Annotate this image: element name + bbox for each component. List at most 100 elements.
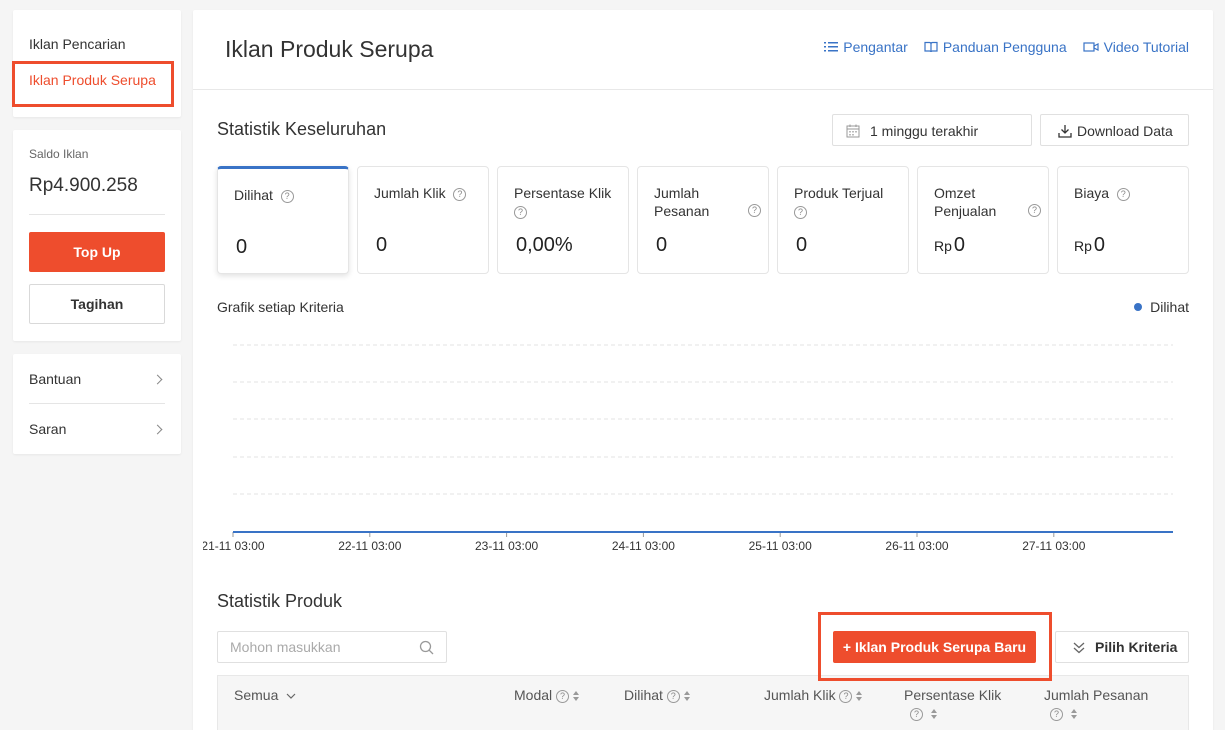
metric-card-produk-terjual[interactable]: Produk Terjual? 0 [777,166,909,274]
search-icon [419,640,434,655]
metric-value: 0 [656,234,668,256]
column-header-semua[interactable]: Semua [234,686,296,704]
date-range-value: 1 minggu terakhir [870,123,979,139]
metric-card-dilihat[interactable]: Dilihat ? 0 [217,166,349,274]
list-icon [824,42,839,52]
chevron-right-icon [152,374,163,385]
link-label: Panduan Pengguna [942,39,1067,55]
help-icon: ? [514,205,527,219]
main-panel: Iklan Produk Serupa Pengantar Panduan Pe… [193,10,1213,730]
metric-value: 0 [376,234,388,256]
chart-legend: Dilihat [1134,299,1189,315]
legend-label: Dilihat [1150,299,1189,315]
link-pengantar[interactable]: Pengantar [824,39,908,55]
metric-label: Omzet Penjualan [934,185,997,219]
criteria-label: Pilih Kriteria [1095,639,1178,655]
column-header-dilihat[interactable]: Dilihat ? [624,686,691,704]
metric-label: Dilihat ? [234,186,334,204]
page-title: Iklan Produk Serupa [225,36,434,62]
column-header-jumlah-pesanan[interactable]: Jumlah Pesanan? [1044,686,1148,722]
metric-value: 0 [796,234,808,256]
help-icon: ? [556,689,570,703]
chart-title: Grafik setiap Kriteria [217,299,344,315]
help-icon: ? [666,689,680,703]
calendar-icon [846,124,860,138]
product-table-header: Semua Modal ? Dilihat ? Jumlah Klik ? Pe… [217,675,1189,730]
metric-label: Jumlah Klik ? [374,184,474,202]
header-divider [193,89,1213,90]
help-item-label: Saran [29,421,67,437]
help-item-bantuan[interactable]: Bantuan [29,354,165,404]
download-data-button[interactable]: Download Data [1040,114,1189,146]
metric-label: Produk Terjual? [794,185,884,219]
top-up-button[interactable]: Top Up [29,232,165,272]
download-label: Download Data [1077,123,1173,139]
book-icon [924,41,938,53]
x-tick-label: 25-11 03:00 [749,539,812,553]
choose-criteria-button[interactable]: Pilih Kriteria [1055,631,1189,663]
product-search[interactable] [217,631,447,663]
link-label: Video Tutorial [1103,39,1189,55]
link-label: Pengantar [843,39,908,55]
sort-icon [683,691,691,702]
help-card: Bantuan Saran [13,354,181,454]
help-item-label: Bantuan [29,371,82,387]
metric-value: 0,00% [516,234,573,256]
column-header-persentase-klik[interactable]: Persentase Klik? [904,686,1001,722]
chevron-down-icon [286,693,296,700]
legend-dot-icon [1134,303,1143,311]
help-icon: ? [839,689,853,703]
x-tick-label: 21-11 03:00 [203,539,265,553]
metric-card-biaya[interactable]: Biaya ? Rp 0 [1057,166,1189,274]
sort-icon [1071,709,1078,720]
sort-icon [573,691,580,702]
overall-stats-title: Statistik Keseluruhan [217,119,387,139]
column-header-modal[interactable]: Modal ? [514,686,580,704]
column-header-jumlah-klik[interactable]: Jumlah Klik ? [764,686,863,704]
help-icon: ? [280,189,294,203]
metric-label: Persentase Klik? [514,185,612,219]
help-icon: ? [1028,204,1041,217]
metric-card-persentase-klik[interactable]: Persentase Klik? 0,00% [497,166,629,274]
double-chevron-down-icon [1073,642,1085,654]
metric-label: Biaya ? [1074,184,1174,202]
line-chart: 21-11 03:00 22-11 03:00 23-11 03:00 24-11 0… [203,344,1173,553]
help-icon: ? [453,187,467,201]
x-tick-label: 27-11 03:00 [1022,539,1085,553]
divider [29,214,165,215]
date-range-picker[interactable]: 1 minggu terakhir [832,114,1032,146]
metric-value: 0 [236,236,248,258]
balance-value: Rp4.900.258 [29,175,138,196]
x-tick-label: 22-11 03:00 [338,539,401,553]
download-icon [1058,125,1072,138]
link-video-tutorial[interactable]: Video Tutorial [1083,39,1189,55]
metric-card-jumlah-pesanan[interactable]: Jumlah Pesanan ? 0 [637,166,769,274]
invoice-button[interactable]: Tagihan [29,284,165,324]
search-input[interactable] [230,639,410,655]
balance-label: Saldo Iklan [29,147,89,161]
link-panduan-pengguna[interactable]: Panduan Pengguna [924,39,1067,55]
help-icon: ? [794,205,807,219]
header-links: Pengantar Panduan Pengguna Video Tutoria… [824,39,1189,55]
sort-icon [856,691,863,702]
help-icon: ? [1050,707,1063,721]
help-item-saran[interactable]: Saran [29,404,165,454]
x-tick-label: 24-11 03:00 [612,539,675,553]
help-icon: ? [910,707,923,721]
chevron-right-icon [152,424,163,435]
metric-value: Rp 0 [934,234,966,256]
metric-label: Jumlah Pesanan [654,185,710,219]
x-tick-label: 26-11 03:00 [885,539,948,553]
metric-card-jumlah-klik[interactable]: Jumlah Klik ? 0 [357,166,489,274]
product-stats-title: Statistik Produk [217,591,343,611]
nav-item-iklan-pencarian[interactable]: Iklan Pencarian [29,36,126,52]
metric-card-omzet-penjualan[interactable]: Omzet Penjualan ? Rp 0 [917,166,1049,274]
highlight-box-new-button [818,612,1052,681]
x-tick-label: 23-11 03:00 [475,539,538,553]
sort-icon [931,709,938,720]
help-icon: ? [1116,187,1130,201]
balance-card: Saldo Iklan Rp4.900.258 Top Up Tagihan [13,130,181,341]
metric-value: Rp 0 [1074,234,1106,256]
video-icon [1083,42,1099,52]
help-icon: ? [748,204,761,217]
